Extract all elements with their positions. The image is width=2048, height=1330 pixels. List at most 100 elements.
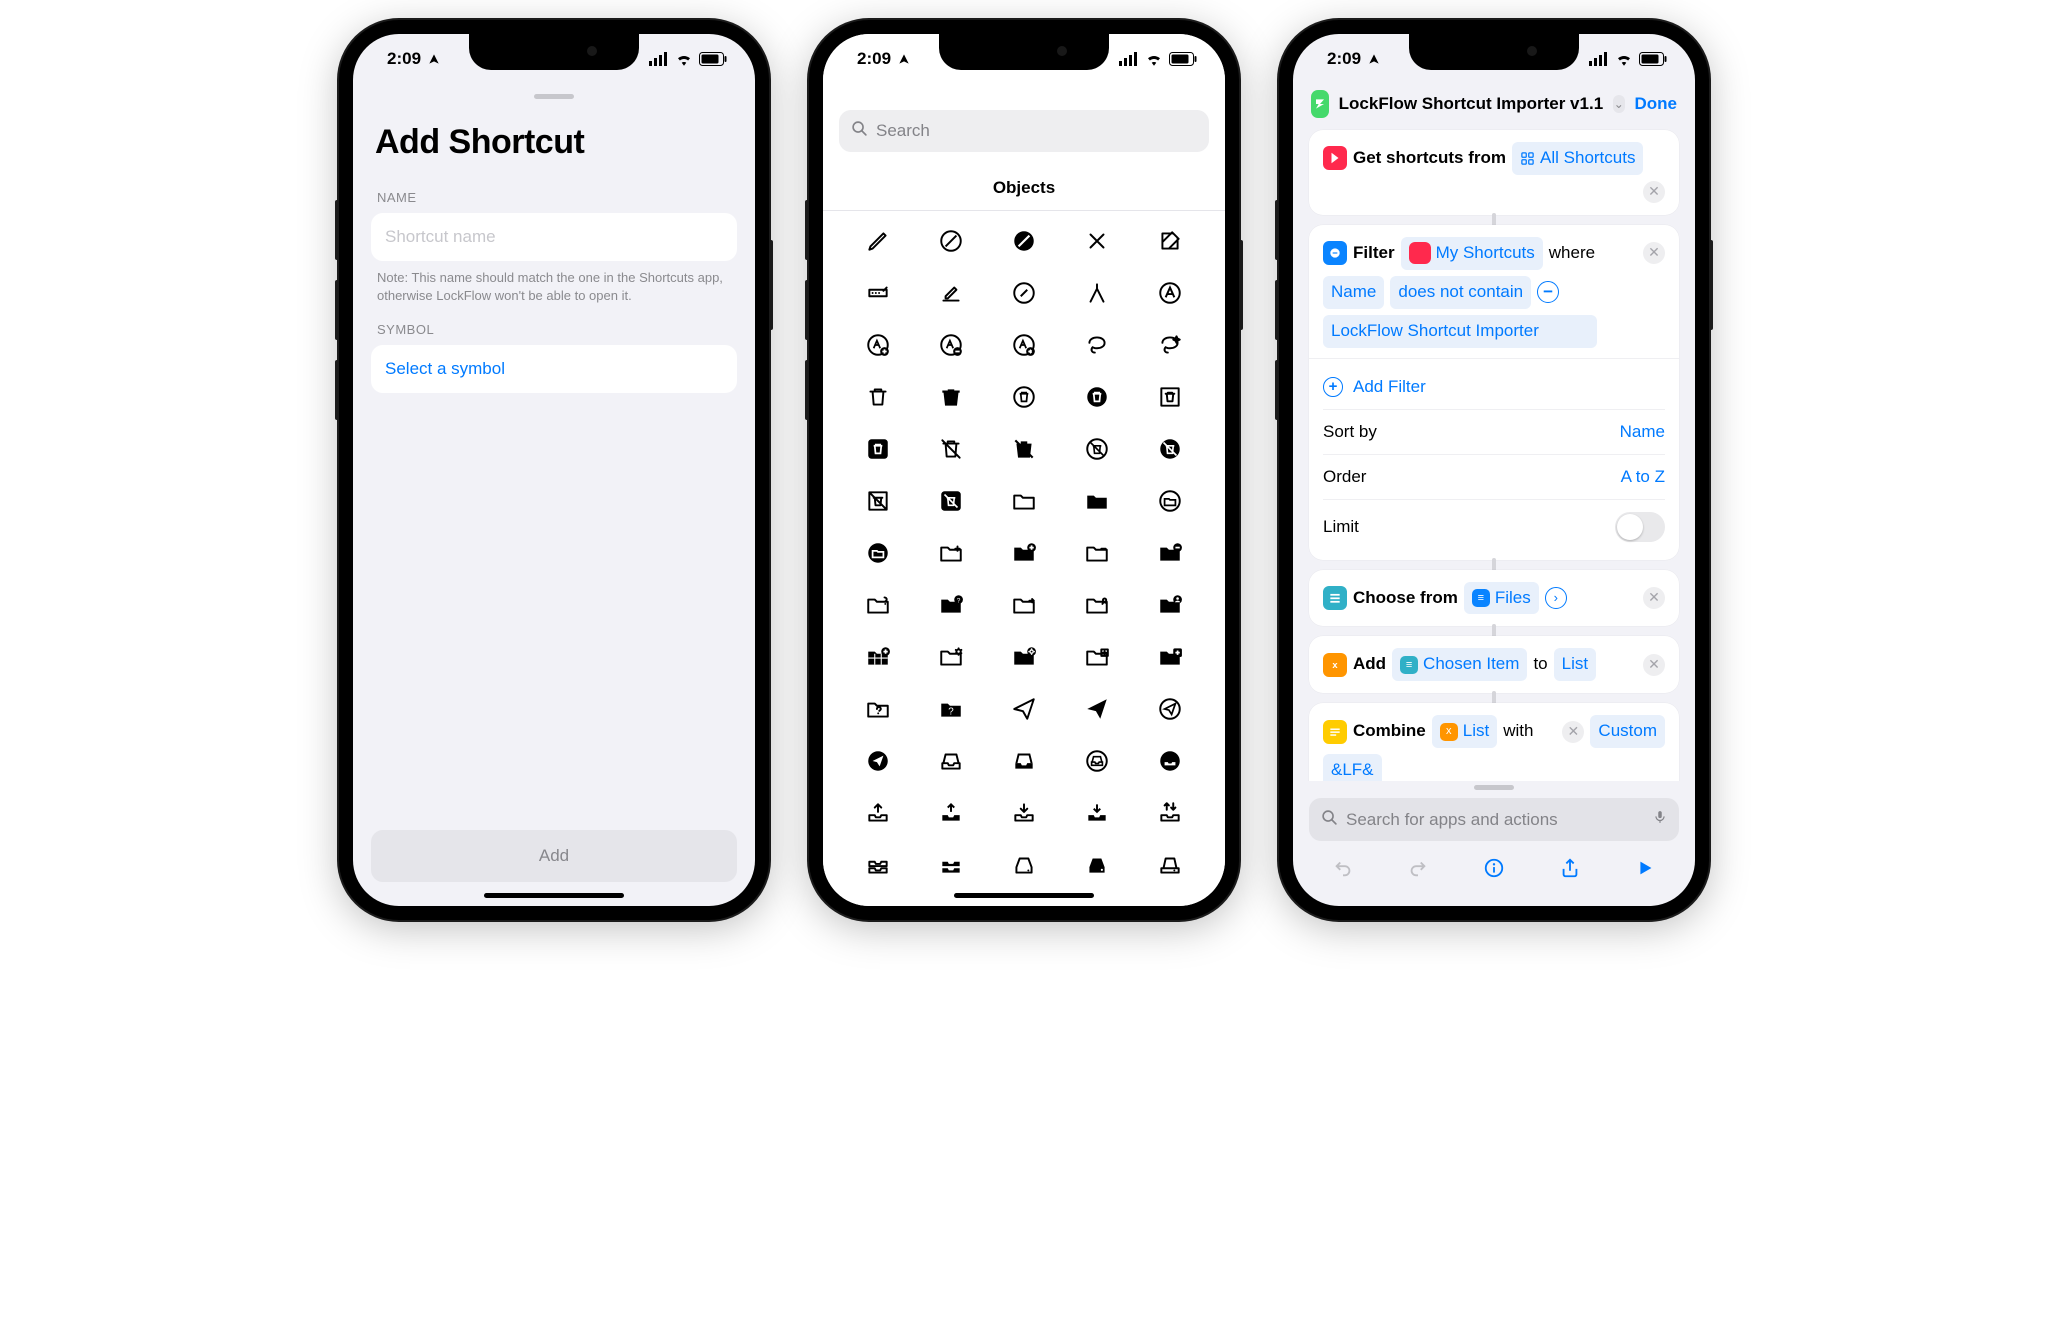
trash-slash-fill-icon[interactable] bbox=[1010, 435, 1038, 463]
home-indicator[interactable] bbox=[954, 893, 1094, 898]
title-menu-chevron-icon[interactable]: ⌄ bbox=[1613, 95, 1624, 113]
tray-both-icon[interactable] bbox=[1156, 799, 1184, 827]
delete-action-icon[interactable]: ✕ bbox=[1562, 721, 1584, 743]
trash-circle-icon[interactable] bbox=[1010, 383, 1038, 411]
sort-by-value[interactable]: Name bbox=[1620, 422, 1665, 442]
square-pencil-icon[interactable] bbox=[1156, 227, 1184, 255]
paperplane-circle-fill-icon[interactable] bbox=[864, 747, 892, 775]
drive-icon[interactable] bbox=[1010, 851, 1038, 879]
action-filter[interactable]: Filter My Shortcuts where ✕ Name does no… bbox=[1309, 225, 1679, 560]
select-symbol-button[interactable]: Select a symbol bbox=[371, 345, 737, 393]
paperplane-icon[interactable] bbox=[1010, 695, 1038, 723]
folder-badge-arrow-icon[interactable] bbox=[1010, 591, 1038, 619]
param-separator[interactable]: &LF& bbox=[1323, 754, 1382, 781]
sheet-grabber[interactable] bbox=[1474, 785, 1514, 790]
filter-value[interactable]: LockFlow Shortcut Importer bbox=[1323, 315, 1597, 348]
add-filter-button[interactable]: + Add Filter bbox=[1323, 371, 1665, 403]
pencil-icon[interactable] bbox=[864, 227, 892, 255]
trash-slash-circle-fill-icon[interactable] bbox=[1156, 435, 1184, 463]
add-button[interactable]: Add bbox=[371, 830, 737, 882]
share-button[interactable] bbox=[1559, 857, 1581, 884]
tray-circle-icon[interactable] bbox=[1083, 747, 1111, 775]
folder-fill-plus-square-icon[interactable] bbox=[1156, 643, 1184, 671]
trash-slash-circle-icon[interactable] bbox=[1083, 435, 1111, 463]
question-folder-fill-icon[interactable]: ? bbox=[937, 695, 965, 723]
folder-badge-question-icon[interactable] bbox=[864, 591, 892, 619]
folder-grid-badge-plus-icon[interactable] bbox=[864, 643, 892, 671]
drive-minus-icon[interactable] bbox=[937, 903, 965, 906]
folder-circle-icon[interactable] bbox=[1156, 487, 1184, 515]
tray-arrow-up-icon[interactable] bbox=[864, 799, 892, 827]
param-list[interactable]: x List bbox=[1432, 715, 1497, 748]
trash-icon[interactable] bbox=[864, 383, 892, 411]
folder-badge-gear-icon[interactable] bbox=[937, 643, 965, 671]
limit-toggle[interactable] bbox=[1615, 512, 1665, 542]
param-files[interactable]: ≡ Files bbox=[1464, 582, 1539, 615]
delete-action-icon[interactable]: ✕ bbox=[1643, 587, 1665, 609]
paperplane-fill-icon[interactable] bbox=[1083, 695, 1111, 723]
trash-slash-icon[interactable] bbox=[937, 435, 965, 463]
tray-2-icon[interactable] bbox=[864, 851, 892, 879]
delete-action-icon[interactable]: ✕ bbox=[1643, 181, 1665, 203]
a-circle-arrow-icon[interactable] bbox=[1010, 331, 1038, 359]
folder-fill-badge-person-icon[interactable] bbox=[1156, 591, 1184, 619]
filter-operator[interactable]: does not contain bbox=[1390, 276, 1531, 309]
action-combine-text[interactable]: Combine x List with ✕ Custom &LF& bbox=[1309, 703, 1679, 781]
undo-button[interactable] bbox=[1332, 857, 1354, 884]
folder-badge-plus-icon[interactable] bbox=[937, 539, 965, 567]
trash-slash-square-fill-icon[interactable] bbox=[937, 487, 965, 515]
expand-action-icon[interactable]: › bbox=[1545, 587, 1567, 609]
folder-icon[interactable] bbox=[1010, 487, 1038, 515]
folder-fill-badge-question-icon[interactable]: ? bbox=[937, 591, 965, 619]
folder-circle-fill-icon[interactable] bbox=[864, 539, 892, 567]
a-circle-plus-icon[interactable] bbox=[864, 331, 892, 359]
param-custom[interactable]: Custom bbox=[1590, 715, 1665, 748]
dictate-icon[interactable] bbox=[1653, 808, 1667, 831]
param-chosen-item[interactable]: ≡ Chosen Item bbox=[1392, 648, 1527, 681]
drive-fill-icon[interactable] bbox=[1083, 851, 1111, 879]
run-button[interactable] bbox=[1634, 857, 1656, 884]
drive-alt-icon[interactable] bbox=[1156, 851, 1184, 879]
tray-2-fill-icon[interactable] bbox=[937, 851, 965, 879]
info-button[interactable] bbox=[1483, 857, 1505, 884]
slash-circle-fill-icon[interactable] bbox=[1010, 227, 1038, 255]
folder-badge-person-icon[interactable] bbox=[1083, 591, 1111, 619]
tray-icon[interactable] bbox=[937, 747, 965, 775]
drive-slash-icon[interactable] bbox=[1010, 903, 1038, 906]
cross-sticks-icon[interactable] bbox=[1083, 227, 1111, 255]
action-search-input[interactable]: Search for apps and actions bbox=[1309, 798, 1679, 841]
drive-arrow-icon[interactable] bbox=[1083, 903, 1111, 906]
paperplane-circle-icon[interactable] bbox=[1156, 695, 1184, 723]
action-choose-from[interactable]: Choose from ≡ Files › ✕ bbox=[1309, 570, 1679, 627]
circle-pencil-icon[interactable] bbox=[1010, 279, 1038, 307]
trash-fill-icon[interactable] bbox=[937, 383, 965, 411]
folder-plus-square-icon[interactable] bbox=[1083, 643, 1111, 671]
action-get-shortcuts[interactable]: Get shortcuts from All Shortcuts ✕ bbox=[1309, 130, 1679, 215]
tray-circle-fill-icon[interactable] bbox=[1156, 747, 1184, 775]
folder-fill-badge-plus-icon[interactable] bbox=[1010, 539, 1038, 567]
shortcut-glyph-icon[interactable] bbox=[1311, 90, 1329, 118]
trash-slash-square-icon[interactable] bbox=[864, 487, 892, 515]
folder-fill-badge-gear-icon[interactable] bbox=[1010, 643, 1038, 671]
question-folder-icon[interactable] bbox=[864, 695, 892, 723]
tray-fill-icon[interactable] bbox=[1010, 747, 1038, 775]
redo-button[interactable] bbox=[1407, 857, 1429, 884]
folder-badge-minus-icon[interactable] bbox=[1083, 539, 1111, 567]
param-source[interactable]: My Shortcuts bbox=[1401, 237, 1543, 270]
folder-fill-badge-minus-icon[interactable] bbox=[1156, 539, 1184, 567]
shortcut-title[interactable]: LockFlow Shortcut Importer v1.1 bbox=[1339, 94, 1604, 114]
slash-circle-icon[interactable] bbox=[937, 227, 965, 255]
search-input[interactable]: Search bbox=[839, 110, 1209, 152]
a-circle-minus-icon[interactable] bbox=[937, 331, 965, 359]
delete-action-icon[interactable]: ✕ bbox=[1643, 654, 1665, 676]
dots-rect-icon[interactable] bbox=[864, 279, 892, 307]
folder-fill-icon[interactable] bbox=[1083, 487, 1111, 515]
drafting-compass-icon[interactable] bbox=[1083, 279, 1111, 307]
tray-arrow-down-icon[interactable] bbox=[1010, 799, 1038, 827]
tray-arrow-down-fill-icon[interactable] bbox=[1083, 799, 1111, 827]
trash-square-fill-icon[interactable] bbox=[864, 435, 892, 463]
pencil-underline-icon[interactable] bbox=[937, 279, 965, 307]
param-folder[interactable]: All Shortcuts bbox=[1512, 142, 1643, 175]
drive-plus-icon[interactable] bbox=[864, 903, 892, 906]
action-add-to-list[interactable]: x Add ≡ Chosen Item to List ✕ bbox=[1309, 636, 1679, 693]
